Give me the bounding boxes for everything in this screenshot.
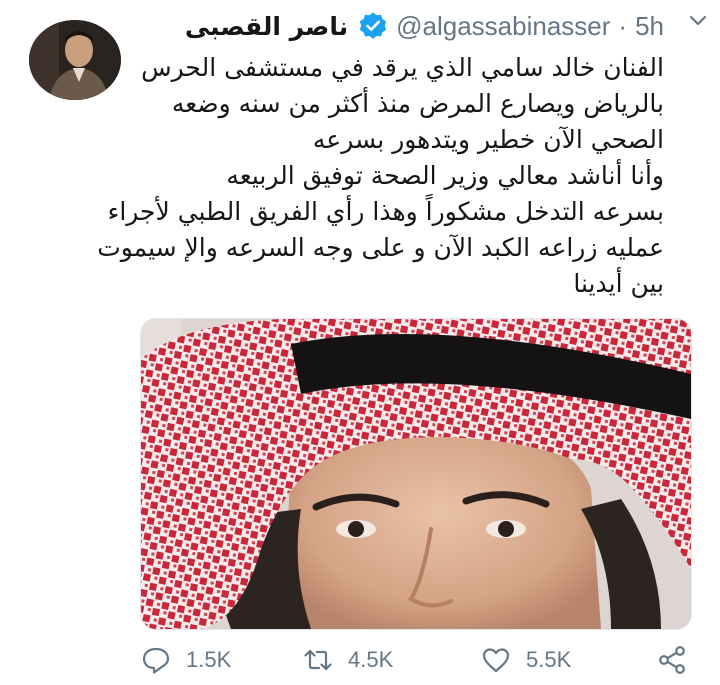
tweet-text-line: بالرياض ويصارع المرض منذ أكثر من سنه وضع… (171, 89, 664, 118)
tweet-text-line: عمليه زراعه الكبد الآن و على وجه السرعه … (97, 233, 664, 262)
timestamp[interactable]: 5h (635, 11, 664, 42)
separator-dot: · (618, 10, 628, 41)
display-name[interactable]: ناصر القصبى (185, 12, 348, 41)
retweet-button[interactable]: 4.5K (302, 644, 393, 676)
tweet-actions: 1.5K 4.5K 5.5K (140, 640, 700, 680)
tweet-text-line: بين أيدينا (573, 269, 664, 298)
avatar[interactable] (29, 20, 121, 100)
reply-count: 1.5K (186, 647, 232, 672)
tweet-text-line: الصحي الآن خطير ويتدهور بسرعه (312, 125, 664, 154)
like-button[interactable]: 5.5K (480, 644, 571, 676)
user-handle[interactable]: @algassabinasser (396, 11, 610, 42)
tweet-media-image[interactable] (140, 318, 692, 630)
tweet-text-line: الفنان خالد سامي الذي يرقد في مستشفى الح… (141, 53, 664, 82)
tweet-text-line: بسرعه التدخل مشكوراً وهذا رأي الفريق الط… (107, 197, 664, 226)
share-button[interactable] (656, 644, 688, 676)
reply-icon (140, 644, 172, 676)
more-options-button[interactable] (684, 6, 712, 34)
retweet-count: 4.5K (348, 647, 394, 672)
tweet-header: ناصر القصبى @algassabinasser · 5h (136, 8, 664, 44)
chevron-down-icon (689, 15, 707, 26)
verified-badge-icon (358, 11, 388, 41)
like-count: 5.5K (526, 647, 572, 672)
tweet: ناصر القصبى @algassabinasser · 5h الفنان… (0, 0, 720, 685)
share-icon (656, 644, 688, 676)
tweet-text-line: وأنا أناشد معالي وزير الصحة توفيق الربيع… (226, 161, 664, 190)
retweet-icon (302, 644, 334, 676)
reply-button[interactable]: 1.5K (140, 644, 231, 676)
heart-icon (480, 644, 512, 676)
tweet-text: الفنان خالد سامي الذي يرقد في مستشفى الح… (97, 50, 664, 302)
